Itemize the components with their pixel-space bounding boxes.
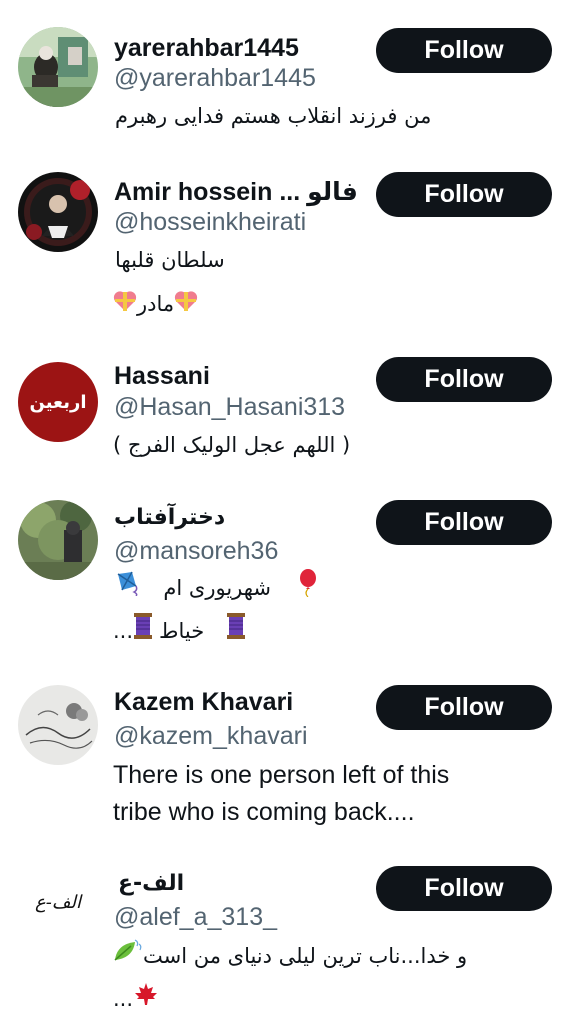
user-handle[interactable]: @kazem_khavari — [114, 721, 308, 751]
user-bio: سلطان قلبها — [115, 242, 225, 279]
heart-gift-icon — [174, 287, 198, 324]
user-bio-line-2: ... خیاط — [113, 612, 246, 652]
bio-line: سلطان قلبها — [115, 248, 225, 272]
user-bio-line-2: مادر — [113, 286, 198, 324]
user-cell[interactable]: yarerahbar1445 @yarerahbar1445 من فرزند … — [0, 0, 570, 150]
user-bio: ( اللهم عجل الولیک الفرج ) — [113, 427, 350, 464]
follow-button[interactable]: Follow — [376, 685, 552, 730]
kite-icon — [114, 570, 140, 608]
user-bio: من فرزند انقلاب هستم فدایی رهبرم — [115, 98, 431, 135]
bio-line: tribe who is coming back.... — [113, 798, 415, 826]
bio-line: ( اللهم عجل الولیک الفرج ) — [113, 433, 351, 457]
display-name[interactable]: دخترآفتاب — [114, 503, 225, 533]
thread-icon — [226, 612, 246, 652]
bio-line: خیاط — [159, 619, 205, 643]
avatar-image — [18, 500, 98, 580]
follow-button[interactable]: Follow — [376, 500, 552, 545]
avatar-image — [18, 685, 98, 765]
user-cell[interactable]: Kazem Khavari @kazem_khavari There is on… — [0, 670, 570, 850]
avatar[interactable] — [18, 172, 98, 252]
user-bio: و خدا...ناب ترین لیلی دنیای من است — [113, 938, 467, 976]
avatar[interactable] — [18, 27, 98, 107]
user-cell[interactable]: دخترآفتاب @mansoreh36 شهریوری ام ... خیا… — [0, 485, 570, 670]
user-bio: There is one person left of this tribe w… — [113, 757, 449, 831]
user-handle[interactable]: @hosseinkheirati — [114, 207, 306, 237]
user-cell[interactable]: Amir hossein ... فالو @hosseinkheirati س… — [0, 150, 570, 355]
follow-button[interactable]: Follow — [376, 28, 552, 73]
bio-line: من فرزند انقلاب هستم فدایی رهبرم — [115, 104, 432, 128]
avatar[interactable] — [18, 500, 98, 580]
maple-leaf-icon — [133, 981, 159, 1019]
user-bio-line-2: ... — [113, 981, 159, 1019]
display-name[interactable]: Amir hossein ... فالو — [114, 177, 358, 207]
heart-gift-icon — [113, 287, 137, 324]
follow-button[interactable]: Follow — [376, 357, 552, 402]
user-handle[interactable]: @mansoreh36 — [114, 536, 278, 566]
display-name[interactable]: Hassani — [114, 361, 210, 391]
bio-line: و خدا...ناب ترین لیلی دنیای من است — [143, 944, 468, 968]
bio-line: شهریوری ام — [163, 576, 272, 600]
avatar-image: الف-ع — [18, 861, 98, 941]
user-cell[interactable]: الف-ع الف-ع @alef_a_313_ و خدا...ناب تری… — [0, 850, 570, 1024]
avatar-image: اربعین — [18, 362, 98, 442]
avatar-text: الف-ع — [35, 892, 83, 913]
bio-line: ... — [113, 987, 134, 1011]
avatar-image — [18, 27, 98, 107]
user-handle[interactable]: @yarerahbar1445 — [114, 63, 316, 93]
avatar[interactable]: اربعین — [18, 362, 98, 442]
thread-icon — [133, 612, 153, 652]
user-cell[interactable]: اربعین Hassani @Hasan_Hasani313 ( اللهم … — [0, 355, 570, 485]
user-bio: شهریوری ام — [114, 569, 318, 609]
follow-button[interactable]: Follow — [376, 172, 552, 217]
avatar[interactable] — [18, 685, 98, 765]
display-name[interactable]: الف-ع — [118, 869, 184, 899]
bio-line: There is one person left of this — [113, 761, 450, 789]
display-name[interactable]: Kazem Khavari — [114, 687, 293, 717]
user-handle[interactable]: @Hasan_Hasani313 — [114, 392, 345, 422]
balloon-icon — [298, 569, 318, 609]
avatar-text: اربعین — [30, 392, 87, 413]
follow-button[interactable]: Follow — [376, 866, 552, 911]
avatar-image — [18, 172, 98, 252]
bio-line: مادر — [137, 292, 175, 316]
avatar[interactable]: الف-ع — [18, 861, 98, 941]
leaf-wind-icon — [113, 938, 143, 976]
bio-line: ... — [113, 619, 134, 643]
user-handle[interactable]: @alef_a_313_ — [114, 902, 277, 932]
display-name[interactable]: yarerahbar1445 — [114, 33, 299, 63]
